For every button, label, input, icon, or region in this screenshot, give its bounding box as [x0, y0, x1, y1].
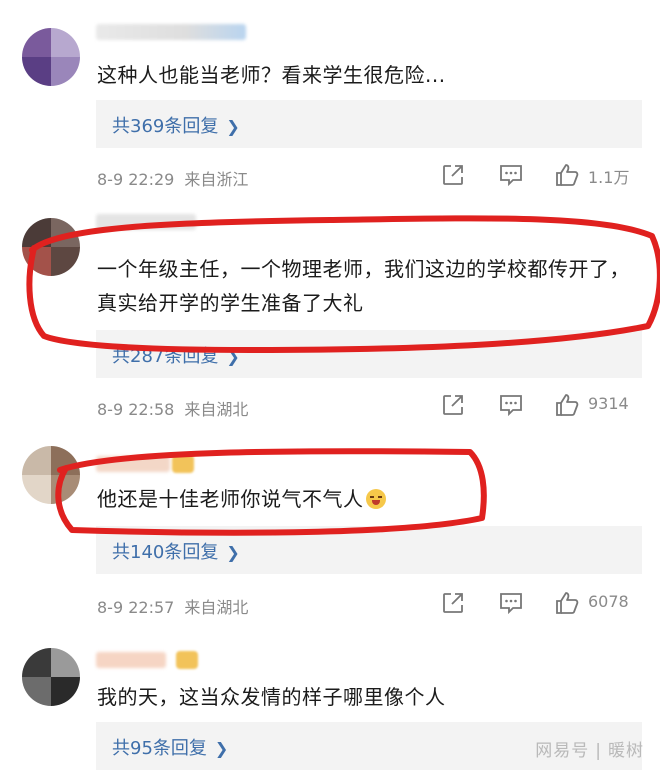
- share-icon[interactable]: [440, 392, 466, 418]
- chevron-right-icon: ❯: [226, 347, 240, 366]
- like-count: 6078: [588, 592, 629, 611]
- comment-icon[interactable]: [498, 392, 524, 418]
- comment-text: 一个年级主任，一个物理老师，我们这边的学校都传开了，真实给开学的学生准备了大礼: [97, 257, 630, 315]
- comment-meta: 8-9 22:29 来自浙江: [97, 166, 248, 190]
- thumbs-up-icon[interactable]: [554, 162, 580, 188]
- avatar[interactable]: [22, 218, 80, 276]
- reply-box: 共369条回复 ❯: [96, 100, 642, 148]
- avatar[interactable]: [22, 28, 80, 86]
- watermark-brand: 网易号: [535, 741, 590, 761]
- chevron-right-icon: ❯: [214, 739, 229, 758]
- chevron-right-icon: ❯: [226, 543, 240, 562]
- comment-text: 我的天，这当众发情的样子哪里像个人: [97, 685, 446, 709]
- comment-region: 来自湖北: [184, 598, 249, 617]
- view-replies-link[interactable]: 共287条回复 ❯: [112, 342, 240, 368]
- username-blurred[interactable]: [96, 214, 196, 230]
- comment-meta: 8-9 22:58 来自湖北: [97, 396, 248, 420]
- user-badge: [172, 455, 194, 473]
- comment-text: 他还是十佳老师你说气不气人: [97, 482, 630, 516]
- comment-region: 来自湖北: [184, 400, 249, 419]
- watermark-author: 暖树: [608, 741, 644, 761]
- comment-text-content: 他还是十佳老师你说气不气人: [97, 487, 364, 511]
- watermark-separator: |: [595, 741, 602, 761]
- reply-count-label: 共95条回复: [112, 738, 207, 759]
- username-blurred[interactable]: [96, 24, 246, 40]
- comment-date: 8-9 22:29: [97, 170, 175, 189]
- reply-count-label: 共287条回复: [112, 346, 219, 367]
- comment-actions: 6078: [440, 590, 640, 618]
- comment-actions: 1.1万: [440, 162, 640, 190]
- share-icon[interactable]: [440, 590, 466, 616]
- thumbs-up-icon[interactable]: [554, 392, 580, 418]
- like-count: 1.1万: [588, 168, 630, 187]
- view-replies-link[interactable]: 共369条回复 ❯: [112, 112, 240, 138]
- user-badge: [176, 651, 198, 669]
- comment-icon[interactable]: [498, 162, 524, 188]
- chevron-right-icon: ❯: [226, 117, 240, 136]
- comment-actions: 9314: [440, 392, 640, 420]
- like-count: 9314: [588, 394, 629, 413]
- reply-count-label: 共369条回复: [112, 116, 219, 137]
- comment-date: 8-9 22:58: [97, 400, 175, 419]
- thumbs-up-icon[interactable]: [554, 590, 580, 616]
- comment-icon[interactable]: [498, 590, 524, 616]
- comment-date: 8-9 22:57: [97, 598, 175, 617]
- comment-region: 来自浙江: [184, 170, 249, 189]
- share-icon[interactable]: [440, 162, 466, 188]
- comment-text: 这种人也能当老师？看来学生很危险...: [97, 63, 446, 87]
- view-replies-link[interactable]: 共140条回复 ❯: [112, 538, 240, 564]
- reply-count-label: 共140条回复: [112, 542, 219, 563]
- username-blurred[interactable]: [96, 652, 166, 668]
- username-blurred[interactable]: [96, 456, 170, 472]
- avatar[interactable]: [22, 648, 80, 706]
- avatar[interactable]: [22, 446, 80, 504]
- reply-box: 共287条回复 ❯: [96, 330, 642, 378]
- comment-meta: 8-9 22:57 来自湖北: [97, 594, 248, 618]
- crying-face-icon: [365, 489, 386, 509]
- view-replies-link[interactable]: 共95条回复 ❯: [112, 734, 228, 760]
- watermark: 网易号 | 暖树: [535, 736, 644, 761]
- reply-box: 共140条回复 ❯: [96, 526, 642, 574]
